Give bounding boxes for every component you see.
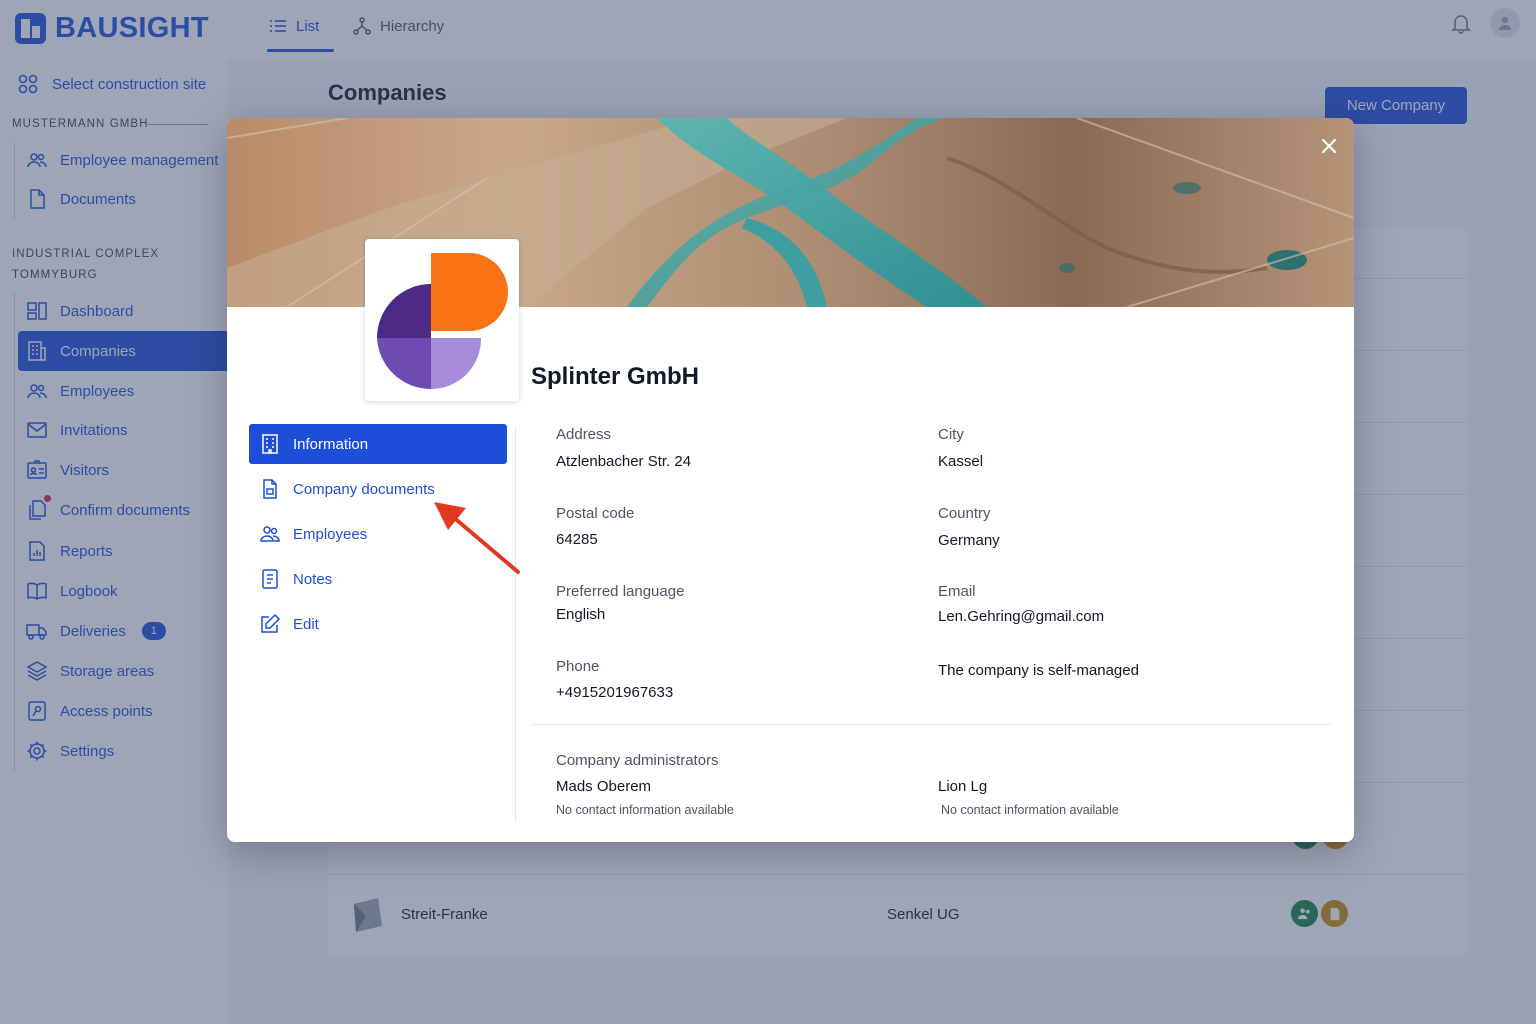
menu-item-label: Notes <box>293 570 333 588</box>
menu-item-employees[interactable]: Employees <box>249 514 507 554</box>
company-name-heading: Splinter GmbH <box>531 363 700 390</box>
users-icon <box>260 526 280 542</box>
administrator-contact-note: No contact information available <box>556 803 734 817</box>
menu-item-edit[interactable]: Edit <box>249 604 507 644</box>
city-label: City <box>938 426 964 443</box>
close-icon[interactable] <box>1317 134 1341 158</box>
company-details-modal: Splinter GmbH Information Company docume… <box>227 118 1354 842</box>
address-value: Atzlenbacher Str. 24 <box>556 453 692 470</box>
info-divider <box>531 724 1331 725</box>
self-managed-note: The company is self-managed <box>938 662 1139 679</box>
menu-item-label: Employees <box>293 525 368 543</box>
administrator-name: Lion Lg <box>938 778 988 795</box>
administrators-label: Company administrators <box>556 752 719 769</box>
notes-icon <box>262 569 278 589</box>
email-value[interactable]: Len.Gehring@gmail.com <box>938 608 1104 625</box>
menu-item-information[interactable]: Information <box>249 424 507 464</box>
language-label: Preferred language <box>556 583 685 600</box>
file-icon <box>263 479 277 499</box>
menu-item-company-documents[interactable]: Company documents <box>249 469 507 509</box>
country-label: Country <box>938 505 991 522</box>
splinter-logo-icon <box>377 253 508 390</box>
menu-item-notes[interactable]: Notes <box>249 559 507 599</box>
menu-item-label: Company documents <box>293 480 435 498</box>
phone-value[interactable]: +4915201967633 <box>556 684 673 701</box>
postal-code-label: Postal code <box>556 505 635 522</box>
company-logo <box>365 239 519 401</box>
menu-item-label: Information <box>293 435 369 453</box>
country-value: Germany <box>938 532 1000 549</box>
email-label: Email <box>938 583 976 600</box>
language-value: English <box>556 606 606 623</box>
administrator-contact-note: No contact information available <box>941 803 1119 817</box>
edit-icon <box>261 613 281 633</box>
city-value: Kassel <box>938 453 984 470</box>
menu-divider <box>515 426 516 822</box>
phone-label: Phone <box>556 658 600 675</box>
postal-code-value: 64285 <box>556 531 598 548</box>
menu-item-label: Edit <box>293 615 319 633</box>
building-icon <box>262 434 278 454</box>
address-label: Address <box>556 426 612 443</box>
administrator-name: Mads Oberem <box>556 778 652 795</box>
